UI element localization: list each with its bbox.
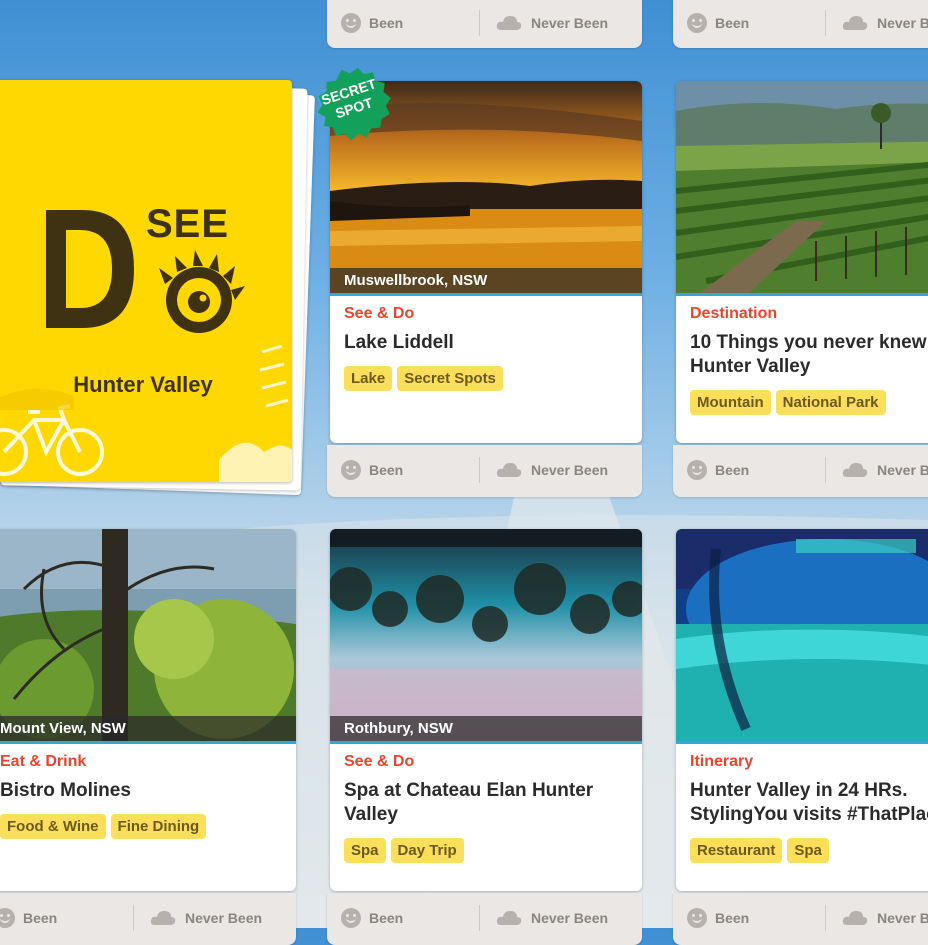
- place-card[interactable]: Rothbury, NSW See & Do Spa at Chateau El…: [330, 529, 642, 891]
- tag[interactable]: Day Trip: [390, 838, 464, 863]
- tag[interactable]: National Park: [775, 390, 886, 415]
- logo-see-text: SEE: [146, 202, 230, 246]
- card-title[interactable]: Spa at Chateau Elan Hunter Valley: [344, 779, 632, 827]
- place-photo: [676, 81, 928, 296]
- category-label[interactable]: See & Do: [344, 753, 632, 771]
- category-label[interactable]: See & Do: [344, 305, 632, 323]
- smiley-icon: [687, 13, 707, 33]
- tag[interactable]: Fine Dining: [110, 814, 207, 839]
- been-button[interactable]: Been: [687, 13, 749, 33]
- been-button[interactable]: Been: [687, 908, 749, 928]
- location-label: Muswellbrook, NSW: [330, 268, 642, 296]
- never-been-button[interactable]: Never Been: [149, 908, 262, 928]
- tag[interactable]: Lake: [344, 366, 393, 391]
- footer-divider: [825, 905, 826, 931]
- been-button[interactable]: Been: [687, 460, 749, 480]
- place-card[interactable]: Itinerary Hunter Valley in 24 HRs. Styli…: [676, 529, 928, 891]
- card-title[interactable]: Lake Liddell: [344, 331, 632, 355]
- location-bar: [676, 293, 928, 296]
- never-been-button[interactable]: Never Been: [495, 13, 608, 33]
- place-photo: Rothbury, NSW: [330, 529, 642, 744]
- logo-subtitle: Hunter Valley: [73, 372, 213, 397]
- never-been-button[interactable]: Never Been: [841, 13, 928, 33]
- cloud-icon: [496, 463, 522, 477]
- card-title[interactable]: Bistro Molines: [0, 779, 286, 803]
- cloud-icon: [496, 911, 522, 925]
- tag[interactable]: Secret Spots: [397, 366, 503, 391]
- card-title[interactable]: 10 Things you never knew a Hunter Valley: [690, 331, 928, 379]
- footer-divider: [479, 905, 480, 931]
- tag[interactable]: Spa: [787, 838, 829, 863]
- smiley-icon: [341, 460, 361, 480]
- card-title[interactable]: Hunter Valley in 24 HRs. StylingYou visi…: [690, 779, 928, 827]
- tag-list: Food & Wine Fine Dining: [0, 814, 286, 839]
- footer-divider: [133, 905, 134, 931]
- been-button[interactable]: Been: [341, 13, 403, 33]
- tag-list: Spa Day Trip: [344, 838, 632, 863]
- been-button[interactable]: Been: [0, 908, 57, 928]
- tag[interactable]: Restaurant: [690, 838, 783, 863]
- footer-divider: [479, 457, 480, 483]
- location-label: Mount View, NSW: [0, 716, 296, 744]
- smiley-icon: [341, 908, 361, 928]
- card-footer-top-1: Been Never Been: [327, 0, 642, 48]
- smiley-icon: [0, 908, 15, 928]
- card-footer: Been Never Been: [327, 445, 642, 497]
- category-label[interactable]: Eat & Drink: [0, 753, 286, 771]
- been-button[interactable]: Been: [341, 908, 403, 928]
- cloud-icon: [842, 16, 868, 30]
- cloud-icon: [842, 911, 868, 925]
- tag-list: Mountain National Park: [690, 390, 928, 415]
- never-been-button[interactable]: Never Been: [495, 908, 608, 928]
- smiley-icon: [341, 13, 361, 33]
- card-footer: Been Never Been: [0, 893, 296, 945]
- smiley-icon: [687, 460, 707, 480]
- see-do-logo-card[interactable]: SEE Hunter Valley: [0, 80, 292, 482]
- cloud-icon: [496, 16, 522, 30]
- place-card[interactable]: Mount View, NSW Eat & Drink Bistro Molin…: [0, 529, 296, 891]
- smiley-icon: [687, 908, 707, 928]
- tag[interactable]: Mountain: [690, 390, 771, 415]
- category-label[interactable]: Itinerary: [690, 753, 928, 771]
- card-footer: Been Never Been: [673, 445, 928, 497]
- never-been-button[interactable]: Never Been: [841, 460, 928, 480]
- tag[interactable]: Spa: [344, 838, 386, 863]
- place-photo: [676, 529, 928, 744]
- location-bar: [676, 741, 928, 744]
- cloud-icon: [150, 911, 176, 925]
- tag-list: Restaurant Spa: [690, 838, 928, 863]
- tag[interactable]: Food & Wine: [0, 814, 106, 839]
- see-do-logo: [0, 210, 292, 482]
- location-label: Rothbury, NSW: [330, 716, 642, 744]
- place-photo: Mount View, NSW: [0, 529, 296, 744]
- card-footer-top-2: Been Never Been: [673, 0, 928, 48]
- place-card[interactable]: Destination 10 Things you never knew a H…: [676, 81, 928, 443]
- been-button[interactable]: Been: [341, 460, 403, 480]
- tag-list: Lake Secret Spots: [344, 366, 632, 391]
- footer-divider: [479, 10, 480, 36]
- never-been-button[interactable]: Never Been: [841, 908, 928, 928]
- card-footer: Been Never Been: [673, 893, 928, 945]
- footer-divider: [825, 10, 826, 36]
- cloud-icon: [842, 463, 868, 477]
- footer-divider: [825, 457, 826, 483]
- never-been-button[interactable]: Never Been: [495, 460, 608, 480]
- category-label[interactable]: Destination: [690, 305, 928, 323]
- card-footer: Been Never Been: [327, 893, 642, 945]
